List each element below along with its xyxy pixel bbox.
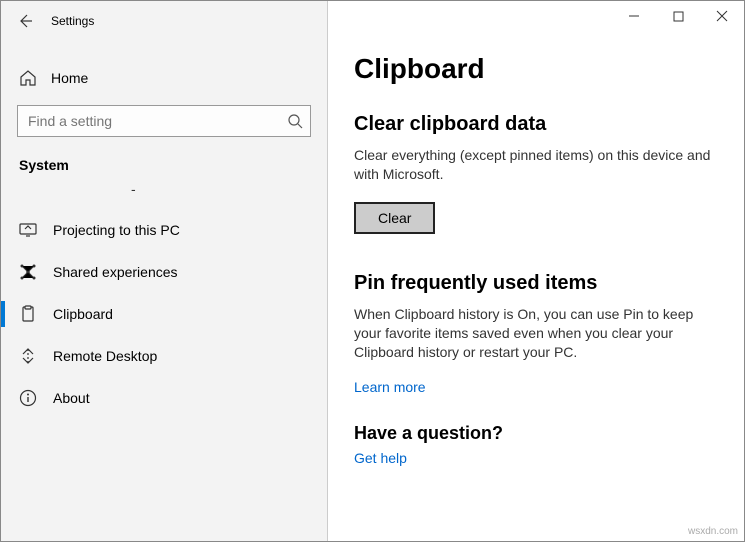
projecting-icon (19, 221, 37, 239)
search-wrap (17, 105, 311, 137)
question-heading: Have a question? (354, 423, 718, 444)
section-label: System (1, 153, 327, 181)
learn-more-link[interactable]: Learn more (354, 379, 426, 395)
about-icon (19, 389, 37, 407)
dash-row: - (1, 181, 327, 197)
clipboard-icon (19, 305, 37, 323)
home-icon (19, 69, 37, 87)
sidebar-item-shared[interactable]: Shared experiences (1, 251, 327, 293)
clear-desc: Clear everything (except pinned items) o… (354, 146, 718, 184)
sidebar-item-projecting[interactable]: Projecting to this PC (1, 209, 327, 251)
search-icon (287, 113, 303, 129)
minimize-button[interactable] (612, 1, 656, 31)
sidebar-item-label: Clipboard (53, 306, 113, 322)
pin-heading: Pin frequently used items (354, 272, 718, 295)
app-title: Settings (51, 14, 94, 28)
sidebar-item-clipboard[interactable]: Clipboard (1, 293, 327, 335)
sidebar-item-label: Remote Desktop (53, 348, 157, 364)
page-title: Clipboard (354, 53, 718, 85)
window-controls (612, 1, 744, 31)
sidebar-item-remote[interactable]: Remote Desktop (1, 335, 327, 377)
back-arrow-icon (17, 13, 33, 29)
sidebar-item-about[interactable]: About (1, 377, 327, 419)
maximize-icon (673, 11, 684, 22)
watermark: wsxdn.com (688, 526, 738, 537)
titlebar: Settings (1, 1, 327, 41)
clear-heading: Clear clipboard data (354, 113, 718, 136)
get-help-link[interactable]: Get help (354, 450, 407, 466)
sidebar-item-label: Projecting to this PC (53, 222, 180, 238)
sidebar-item-label: About (53, 390, 90, 406)
search-input[interactable] (17, 105, 311, 137)
home-label: Home (51, 70, 88, 86)
main-content: Clipboard Clear clipboard data Clear eve… (328, 1, 744, 541)
home-nav[interactable]: Home (1, 59, 327, 97)
maximize-button[interactable] (656, 1, 700, 31)
clear-button[interactable]: Clear (354, 202, 435, 234)
minimize-icon (628, 10, 640, 22)
nav-list: Projecting to this PC Shared experiences C… (1, 209, 327, 419)
remote-icon (19, 347, 37, 365)
pin-desc: When Clipboard history is On, you can us… (354, 305, 718, 362)
back-button[interactable] (13, 9, 37, 33)
sidebar-item-label: Shared experiences (53, 264, 178, 280)
close-icon (716, 10, 728, 22)
sidebar: Settings Home System - Projecting to thi… (1, 1, 328, 541)
shared-icon (19, 263, 37, 281)
close-button[interactable] (700, 1, 744, 31)
